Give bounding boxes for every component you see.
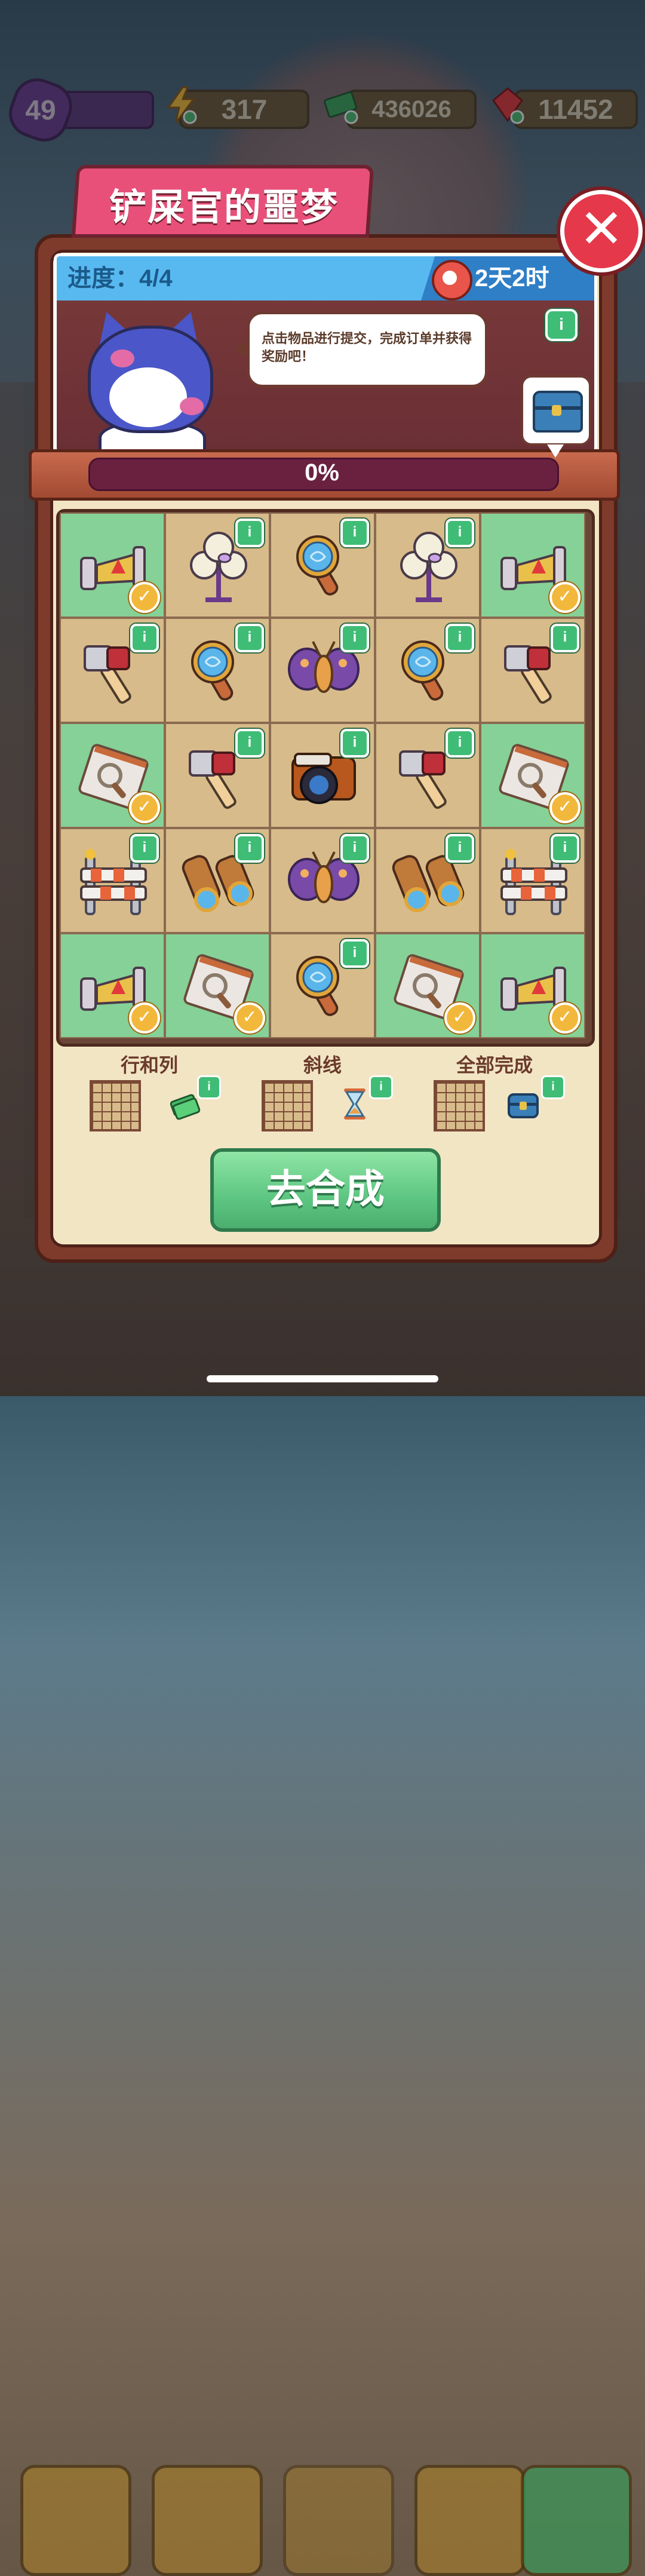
rows-cols-grid-icon <box>90 1080 141 1131</box>
grid-cell[interactable]: ✓ <box>480 513 585 618</box>
info-icon[interactable]: i <box>369 1075 393 1099</box>
grid-cell[interactable]: ✓ <box>480 933 585 1038</box>
bag-button[interactable] <box>152 2465 263 2576</box>
info-icon[interactable]: i <box>235 729 264 758</box>
grid-cell[interactable]: i <box>270 513 375 618</box>
star-button[interactable] <box>521 2465 632 2576</box>
info-icon[interactable]: i <box>545 309 578 341</box>
shop-button[interactable] <box>283 2465 394 2576</box>
close-icon: ✕ <box>579 200 624 259</box>
grid-cell[interactable]: i <box>375 618 480 723</box>
grid-cell[interactable]: ✓ <box>375 933 480 1038</box>
checkmark-icon: ✓ <box>234 1002 265 1034</box>
hourglass-icon[interactable] <box>337 1086 373 1122</box>
grid-cell[interactable]: i <box>270 828 375 933</box>
grid-cell[interactable]: i <box>165 723 270 828</box>
grid-cell[interactable]: ✓ <box>165 933 270 1038</box>
grid-cell[interactable]: i <box>375 723 480 828</box>
info-icon[interactable]: i <box>340 939 369 968</box>
info-icon[interactable]: i <box>235 624 264 652</box>
checkmark-icon: ✓ <box>549 1002 580 1034</box>
grid-cell[interactable]: ✓ <box>480 723 585 828</box>
clock-icon <box>432 260 472 300</box>
grid-cell[interactable]: i <box>270 723 375 828</box>
info-icon[interactable]: i <box>541 1075 565 1099</box>
info-icon[interactable]: i <box>340 834 369 863</box>
basket-button[interactable] <box>414 2465 526 2576</box>
grid-cell[interactable]: i <box>60 828 165 933</box>
grid-cell[interactable]: i <box>375 828 480 933</box>
info-icon[interactable]: i <box>235 834 264 863</box>
grid-cell[interactable]: ✓ <box>60 723 165 828</box>
checkmark-icon: ✓ <box>129 792 160 823</box>
grid-cell[interactable]: ✓ <box>60 933 165 1038</box>
grid-cell[interactable]: i <box>60 618 165 723</box>
grid-cell[interactable]: i <box>480 828 585 933</box>
info-icon[interactable]: i <box>130 834 159 863</box>
home-indicator <box>207 1375 438 1382</box>
info-icon[interactable]: i <box>130 624 159 652</box>
reward-label-diagonal: 斜线 <box>303 1054 342 1076</box>
checkmark-icon: ✓ <box>129 582 160 613</box>
checkmark-icon: ✓ <box>444 1002 475 1034</box>
checkmark-icon: ✓ <box>549 582 580 613</box>
grid-cell[interactable]: ✓ <box>60 513 165 618</box>
dialog-title: 铲屎官的噩梦 <box>109 187 339 228</box>
cat-character <box>75 302 218 451</box>
checkmark-icon: ✓ <box>129 1002 160 1034</box>
item-grid: ✓ i i i ✓ i i i i i ✓ i i i ✓ i i i i i ✓ ✓ i ✓ ✓ <box>60 513 585 1038</box>
reward-chest-bubble[interactable] <box>521 375 591 458</box>
info-icon[interactable]: i <box>197 1075 221 1099</box>
progress-value: 4/4 <box>139 265 173 292</box>
go-merge-button[interactable]: 去合成 <box>210 1148 441 1232</box>
grid-cell[interactable]: i <box>165 618 270 723</box>
reward-label-all: 全部完成 <box>456 1054 533 1076</box>
progress-label: 进度： <box>67 265 139 292</box>
info-icon[interactable]: i <box>340 729 369 758</box>
grid-cell[interactable]: i <box>375 513 480 618</box>
chest-icon <box>533 391 583 433</box>
speech-bubble: 点击物品进行提交，完成订单并获得奖励吧！ <box>247 311 488 388</box>
close-button[interactable]: ✕ <box>560 190 643 272</box>
grid-cell[interactable]: i <box>165 513 270 618</box>
info-icon[interactable]: i <box>235 519 264 547</box>
info-icon[interactable]: i <box>551 624 579 652</box>
info-icon[interactable]: i <box>340 624 369 652</box>
timer-text: 2天2时 <box>475 265 549 292</box>
story-banner: 进度：4/4 2天2时 点击物品进行提交，完成订单并获得奖励吧！ i <box>54 253 597 454</box>
full-grid-icon <box>434 1080 485 1131</box>
info-icon[interactable]: i <box>340 519 369 547</box>
grid-cell[interactable]: i <box>480 618 585 723</box>
info-icon[interactable]: i <box>446 834 474 863</box>
info-icon[interactable]: i <box>446 519 474 547</box>
grid-cell[interactable]: i <box>270 933 375 1038</box>
chest-icon[interactable] <box>505 1086 541 1122</box>
reward-label-rows: 行和列 <box>120 1054 178 1076</box>
info-icon[interactable]: i <box>446 729 474 758</box>
grid-cell[interactable]: i <box>165 828 270 933</box>
completion-percent: 0% <box>305 459 339 486</box>
grid-cell[interactable]: i <box>270 618 375 723</box>
bottom-bar <box>0 1231 645 2576</box>
diagonal-grid-icon <box>262 1080 313 1131</box>
back-button[interactable] <box>20 2465 131 2576</box>
info-icon[interactable]: i <box>446 624 474 652</box>
checkmark-icon: ✓ <box>549 792 580 823</box>
info-icon[interactable]: i <box>551 834 579 863</box>
